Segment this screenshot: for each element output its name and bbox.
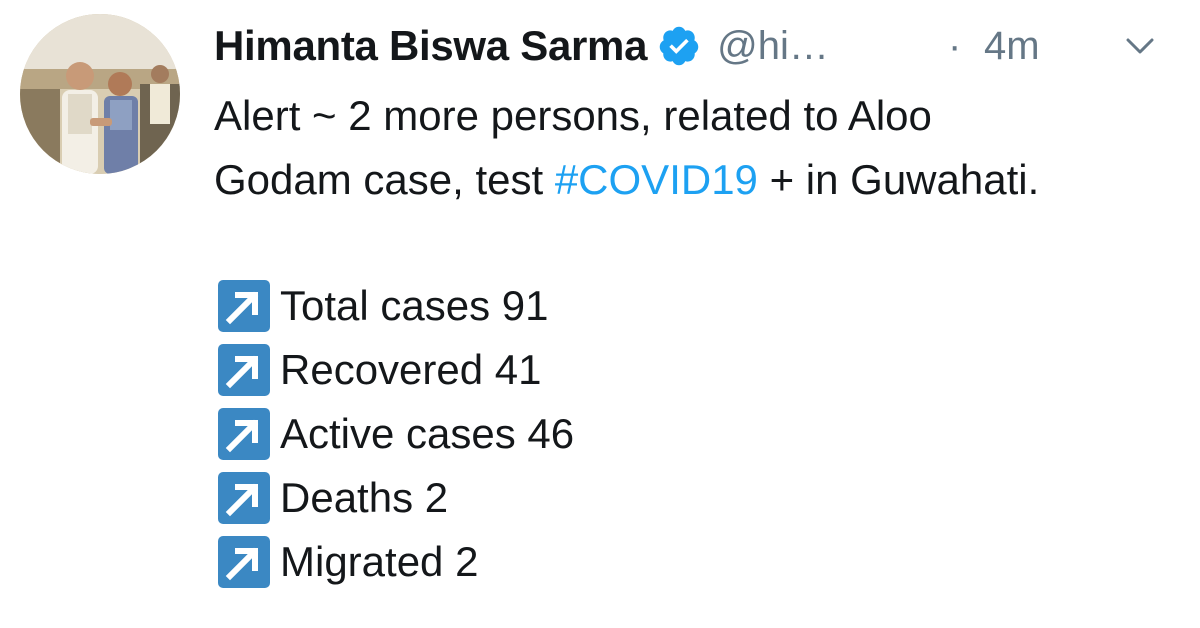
stat-label-migrated: Migrated 2 bbox=[280, 538, 479, 585]
stat-row: Migrated 2 bbox=[216, 530, 574, 594]
verified-badge-icon bbox=[657, 24, 701, 68]
stat-label-total-cases: Total cases 91 bbox=[280, 282, 549, 329]
profile-photo bbox=[20, 14, 180, 174]
stat-label-active-cases: Active cases 46 bbox=[280, 410, 575, 457]
chevron-down-icon[interactable] bbox=[1120, 26, 1160, 66]
tweet-text: Alert ~ 2 more persons, related to Aloo … bbox=[214, 84, 1174, 212]
author-display-name[interactable]: Himanta Biswa Sarma bbox=[214, 22, 647, 70]
stat-label-recovered: Recovered 41 bbox=[280, 346, 542, 393]
up-right-arrow-icon bbox=[216, 470, 272, 526]
up-right-arrow-icon bbox=[216, 406, 272, 462]
tweet-timestamp[interactable]: 4m bbox=[984, 16, 1040, 76]
up-right-arrow-icon bbox=[216, 534, 272, 590]
stat-row: Deaths 2 bbox=[216, 466, 574, 530]
author-handle[interactable]: @hi… bbox=[717, 24, 829, 69]
up-right-arrow-icon bbox=[216, 278, 272, 334]
stat-row: Active cases 46 bbox=[216, 402, 574, 466]
stat-row: Total cases 91 bbox=[216, 274, 574, 338]
stats-list: Total cases 91 Recovered 41 Active cases… bbox=[216, 274, 574, 594]
tweet-text-segment: Godam case, test bbox=[214, 156, 555, 203]
hashtag-link[interactable]: #COVID19 bbox=[555, 156, 758, 203]
avatar[interactable] bbox=[20, 14, 180, 174]
stat-label-deaths: Deaths 2 bbox=[280, 474, 449, 521]
tweet-text-segment: + in Guwahati. bbox=[757, 156, 1040, 203]
tweet-text-line-2: Godam case, test #COVID19 + in Guwahati. bbox=[214, 148, 1174, 212]
stat-row: Recovered 41 bbox=[216, 338, 574, 402]
tweet-header: Himanta Biswa Sarma @hi… bbox=[214, 16, 829, 76]
tweet-text-line-1: Alert ~ 2 more persons, related to Aloo bbox=[214, 92, 932, 139]
up-right-arrow-icon bbox=[216, 342, 272, 398]
separator-dot: · bbox=[948, 24, 962, 68]
tweet: Himanta Biswa Sarma @hi… · 4m Alert ~ 2 … bbox=[0, 0, 1200, 628]
